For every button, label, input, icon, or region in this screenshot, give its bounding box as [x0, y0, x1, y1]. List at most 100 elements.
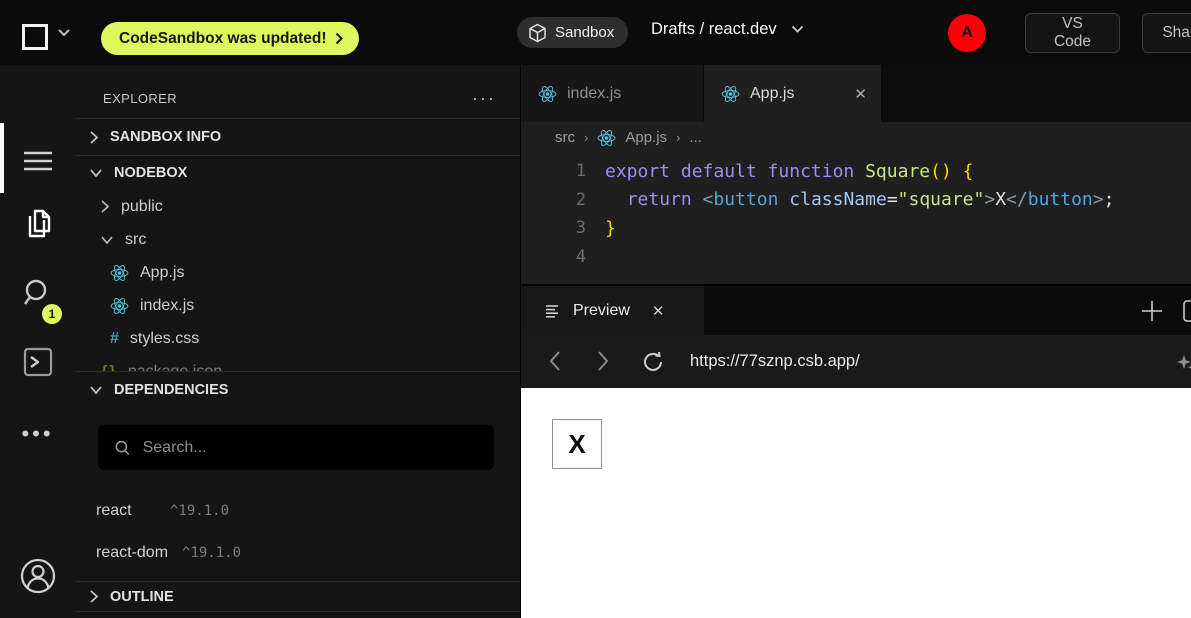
- close-tab-icon[interactable]: ✕: [854, 85, 867, 103]
- code-editor[interactable]: 1 export default function Square() { 2 ret…: [521, 153, 1191, 284]
- update-banner-button[interactable]: CodeSandbox was updated!: [101, 22, 359, 55]
- react-file-icon: [538, 85, 557, 103]
- account-button[interactable]: [0, 557, 75, 595]
- dependency-row[interactable]: react-dom ^19.1.0: [96, 538, 520, 568]
- chevron-down-icon: [100, 235, 114, 245]
- url-bar[interactable]: https://77sznp.csb.app/: [690, 335, 860, 388]
- react-file-icon: [110, 297, 129, 315]
- tab-app-js[interactable]: App.js ✕: [704, 65, 882, 122]
- reload-icon: [641, 350, 665, 374]
- file-tree: public src App.js index.js # styles.css {}pack…: [75, 190, 520, 371]
- update-banner-label: CodeSandbox was updated!: [119, 30, 327, 48]
- sandbox-badge-label: Sandbox: [555, 24, 614, 41]
- preview-nav-bar: https://77sznp.csb.app/: [521, 335, 1191, 388]
- chevron-down-icon: [791, 25, 804, 34]
- css-file-icon: #: [110, 330, 119, 348]
- tree-item-styles-css[interactable]: # styles.css: [75, 322, 520, 355]
- close-preview-icon[interactable]: ✕: [652, 302, 665, 320]
- line-number: 3: [521, 218, 586, 238]
- code-line[interactable]: 3}: [521, 214, 1191, 243]
- tree-item-public[interactable]: public: [75, 190, 520, 223]
- line-number: 2: [521, 190, 586, 210]
- tree-item-label: index.js: [140, 297, 194, 315]
- window-icon: [1183, 300, 1191, 322]
- search-view-button[interactable]: [0, 277, 75, 309]
- ellipsis-icon: •••: [21, 429, 53, 439]
- line-number: 1: [521, 161, 586, 181]
- chevron-down-icon[interactable]: [57, 28, 71, 37]
- plus-icon: [1140, 299, 1164, 323]
- sandbox-badge[interactable]: Sandbox: [517, 17, 628, 48]
- dependency-row[interactable]: react ^19.1.0: [96, 496, 520, 526]
- more-views-button[interactable]: •••: [0, 429, 75, 439]
- section-nodebox[interactable]: NODEBOX: [75, 156, 520, 190]
- codesandbox-logo[interactable]: [22, 24, 48, 50]
- tree-item-label: package.json: [128, 363, 222, 372]
- tree-item-label: App.js: [140, 264, 184, 282]
- line-number: 4: [521, 247, 586, 267]
- react-file-icon: [110, 264, 129, 282]
- tree-item-src[interactable]: src: [75, 223, 520, 256]
- explorer-title: EXPLORER: [103, 91, 177, 106]
- code-line-content: return <button className="square">X</but…: [605, 189, 1114, 210]
- dependency-search-input[interactable]: [143, 439, 478, 457]
- forward-button[interactable]: [596, 350, 610, 372]
- share-button[interactable]: Share: [1142, 13, 1191, 53]
- preview-tab[interactable]: Preview ✕: [521, 286, 704, 335]
- tree-item-package-json[interactable]: {}package.json: [75, 355, 520, 371]
- avatar[interactable]: A: [948, 14, 986, 52]
- code-line[interactable]: 2 return <button className="square">X</b…: [521, 186, 1191, 215]
- chevron-down-icon: [89, 385, 103, 395]
- hamburger-icon: [22, 149, 54, 173]
- chevron-right-icon: ›: [584, 130, 588, 145]
- account-icon: [19, 557, 57, 595]
- main-area: 1 ••• ⚙ EXPLORER ··· SANDBOX INFO NODEBO…: [0, 65, 1191, 618]
- cube-icon: [528, 23, 547, 43]
- vscode-button[interactable]: VS Code: [1025, 13, 1120, 53]
- section-dependencies[interactable]: DEPENDENCIES: [75, 372, 520, 408]
- terminal-view-button[interactable]: [0, 346, 75, 378]
- menu-button[interactable]: [0, 149, 75, 173]
- breadcrumb[interactable]: src › App.js › ...: [521, 122, 1191, 153]
- chevron-left-icon: [548, 350, 562, 372]
- code-line-content: export default function Square() {: [605, 161, 973, 182]
- reload-button[interactable]: [641, 350, 665, 374]
- code-line[interactable]: 1 export default function Square() {: [521, 157, 1191, 186]
- explorer-menu-button[interactable]: ···: [472, 88, 496, 109]
- dependency-search: [98, 425, 494, 470]
- topbar: CodeSandbox was updated! Sandbox Drafts …: [0, 0, 1191, 65]
- tab-index-js[interactable]: index.js: [521, 65, 704, 122]
- explorer-panel: EXPLORER ··· SANDBOX INFO NODEBOX public…: [75, 65, 521, 618]
- chevron-right-icon: [89, 589, 99, 604]
- chevron-right-icon: [89, 130, 99, 145]
- preview-square-button[interactable]: X: [552, 419, 602, 469]
- back-button[interactable]: [548, 350, 562, 372]
- activity-bar: 1 ••• ⚙: [0, 65, 75, 618]
- sparkle-icon[interactable]: [1176, 353, 1191, 373]
- chevron-down-icon: [89, 168, 103, 178]
- tree-item-app-js[interactable]: App.js: [75, 256, 520, 289]
- terminal-badge: 1: [42, 304, 62, 324]
- react-file-icon: [721, 85, 740, 103]
- editor-tab-bar: index.js App.js ✕: [521, 65, 1191, 122]
- chevron-right-icon: ›: [676, 130, 680, 145]
- tree-item-index-js[interactable]: index.js: [75, 289, 520, 322]
- code-line[interactable]: 4: [521, 243, 1191, 272]
- add-preview-button[interactable]: [1140, 299, 1164, 323]
- chevron-right-icon: [335, 32, 343, 45]
- search-icon: [114, 439, 131, 457]
- react-file-icon: [597, 129, 616, 147]
- files-view-button[interactable]: [0, 207, 75, 241]
- section-outline[interactable]: OUTLINE: [75, 582, 520, 611]
- open-window-button[interactable]: [1183, 300, 1191, 322]
- tree-item-label: styles.css: [130, 330, 199, 348]
- project-breadcrumb[interactable]: Drafts / react.dev: [651, 20, 804, 39]
- preview-tab-bar: Preview ✕: [521, 284, 1191, 335]
- list-icon: [545, 304, 561, 318]
- chevron-right-icon: [100, 199, 110, 214]
- section-sandbox-info[interactable]: SANDBOX INFO: [75, 119, 520, 155]
- files-icon: [22, 207, 54, 241]
- project-breadcrumb-label: Drafts / react.dev: [651, 20, 777, 39]
- code-line-content: }: [605, 218, 616, 239]
- tree-item-label: src: [125, 231, 146, 249]
